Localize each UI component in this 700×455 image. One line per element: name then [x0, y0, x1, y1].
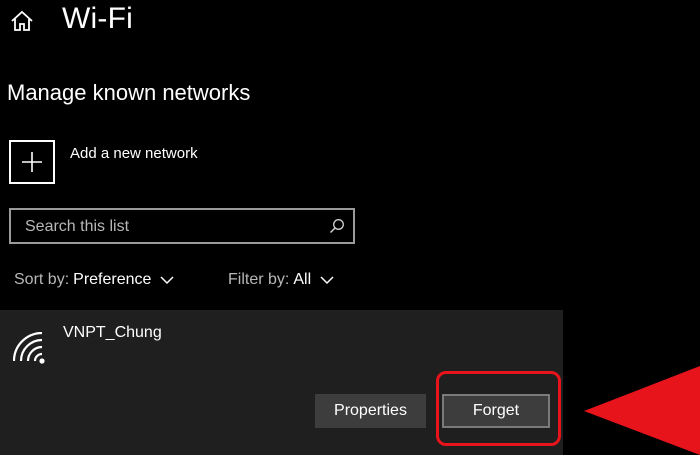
- red-arrow-annotation: [584, 366, 700, 455]
- forget-highlight-box: [436, 371, 561, 446]
- properties-button[interactable]: Properties: [315, 394, 426, 428]
- filter-dropdown[interactable]: Filter by: All: [228, 271, 334, 289]
- network-name: VNPT_Chung: [63, 324, 162, 341]
- sort-value: Preference: [73, 271, 152, 288]
- add-network-label: Add a new network: [70, 145, 198, 162]
- home-icon[interactable]: [10, 9, 34, 33]
- wifi-icon: [13, 332, 45, 364]
- add-network-button[interactable]: Add a new network: [9, 140, 198, 184]
- section-heading: Manage known networks: [7, 80, 251, 105]
- search-input[interactable]: [23, 210, 327, 244]
- plus-icon: [22, 152, 42, 172]
- chevron-down-icon: [160, 275, 174, 284]
- search-box[interactable]: [9, 208, 355, 244]
- page-title: Wi-Fi: [62, 2, 133, 35]
- filter-value: All: [293, 271, 312, 288]
- filter-label: Filter by:: [228, 271, 290, 288]
- wifi-settings-page: Wi-Fi Manage known networks Add a new ne…: [0, 0, 700, 455]
- search-icon[interactable]: [329, 218, 345, 234]
- sort-label: Sort by:: [14, 271, 70, 288]
- sort-dropdown[interactable]: Sort by: Preference: [14, 271, 174, 289]
- add-network-box[interactable]: [9, 140, 55, 184]
- chevron-down-icon: [320, 275, 334, 284]
